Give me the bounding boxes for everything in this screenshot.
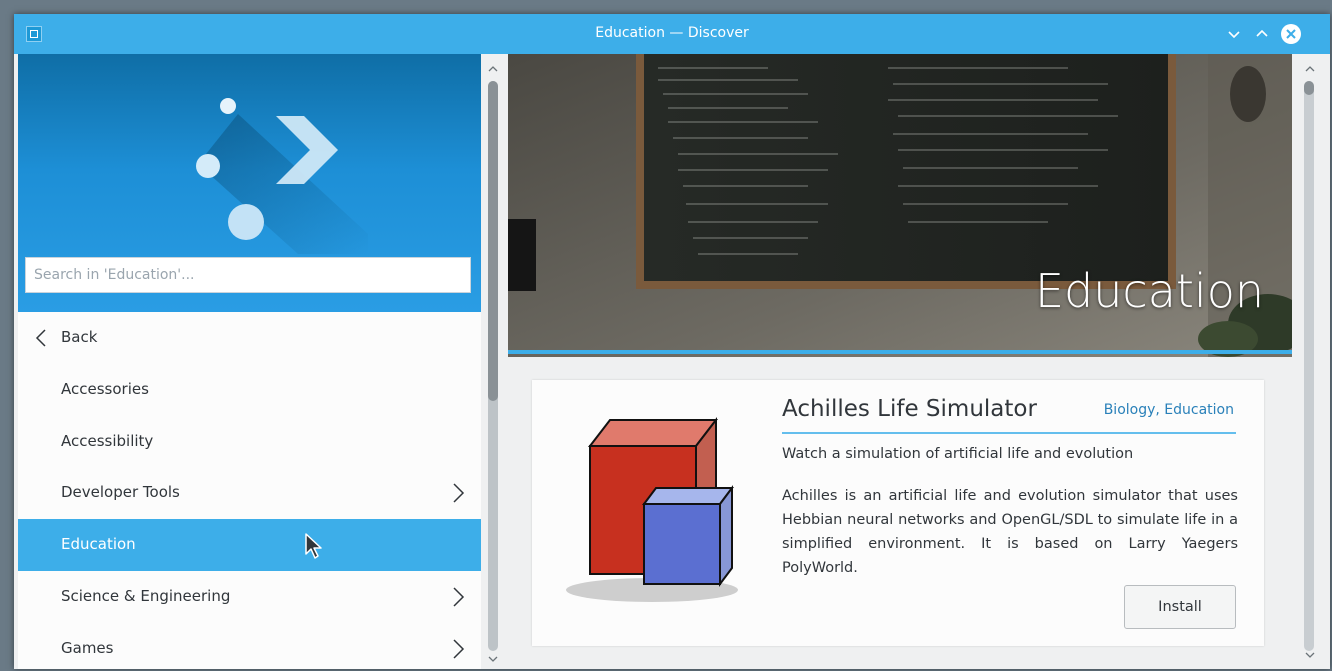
- scroll-up-icon[interactable]: [1304, 64, 1316, 74]
- main-content: Education Achilles Life Simulator Biolog…: [508, 54, 1292, 669]
- maximize-icon: [1256, 29, 1268, 37]
- scroll-thumb[interactable]: [1304, 81, 1314, 95]
- banner-title: Education: [1034, 264, 1264, 318]
- close-button[interactable]: [1279, 22, 1303, 46]
- achilles-cubes-icon: [566, 417, 738, 602]
- category-banner: Education: [508, 54, 1292, 357]
- scroll-track[interactable]: [1304, 81, 1314, 651]
- close-icon: [1281, 24, 1301, 44]
- banner-accent-line: [508, 350, 1292, 354]
- sidebar-item-science-engineering[interactable]: Science & Engineering: [18, 571, 481, 623]
- title-bar[interactable]: Education — Discover: [14, 14, 1330, 54]
- app-description: Achilles is an artificial life and evolu…: [782, 488, 1238, 576]
- back-button[interactable]: Back: [18, 312, 481, 364]
- sidebar-item-label: Accessories: [61, 380, 149, 398]
- app-name[interactable]: Achilles Life Simulator: [782, 396, 1037, 422]
- sidebar-item-label: Education: [61, 535, 136, 553]
- mouse-cursor-icon: [305, 533, 322, 559]
- window-title: Education — Discover: [595, 25, 749, 41]
- app-categories[interactable]: Biology, Education: [1104, 402, 1234, 418]
- sidebar-header: [18, 54, 481, 312]
- category-sidebar: Back Accessories Accessibility Developer…: [18, 54, 481, 669]
- minimize-icon: [1228, 31, 1240, 39]
- minimize-button[interactable]: [1222, 22, 1246, 46]
- sidebar-item-developer-tools[interactable]: Developer Tools: [18, 467, 481, 519]
- sidebar-item-accessories[interactable]: Accessories: [18, 364, 481, 416]
- chevron-right-icon: [453, 639, 465, 659]
- discover-window: Education — Discover Search in 'Educatio…: [14, 14, 1330, 669]
- main-scrollbar[interactable]: [1292, 54, 1326, 669]
- chevron-right-icon: [453, 483, 465, 503]
- sidebar-item-label: Games: [61, 639, 114, 657]
- app-summary: Watch a simulation of artificial life an…: [782, 446, 1134, 462]
- sidebar-scrollbar[interactable]: [481, 54, 505, 669]
- scroll-up-icon[interactable]: [487, 64, 499, 74]
- discover-logo-icon: [196, 98, 368, 254]
- back-chevron-icon: [35, 329, 46, 347]
- chevron-right-icon: [453, 587, 465, 607]
- scroll-thumb[interactable]: [488, 81, 498, 401]
- app-card[interactable]: Achilles Life Simulator Biology, Educati…: [532, 380, 1264, 646]
- card-divider: [782, 432, 1236, 434]
- back-label: Back: [61, 328, 98, 346]
- search-input[interactable]: [25, 257, 471, 293]
- maximize-button[interactable]: [1250, 22, 1274, 46]
- sidebar-item-accessibility[interactable]: Accessibility: [18, 416, 481, 468]
- scroll-down-icon[interactable]: [487, 654, 499, 664]
- scroll-down-icon[interactable]: [1304, 650, 1316, 660]
- sidebar-item-label: Developer Tools: [61, 483, 180, 501]
- sidebar-item-label: Science & Engineering: [61, 587, 231, 605]
- sidebar-item-games[interactable]: Games: [18, 623, 481, 669]
- sidebar-item-label: Accessibility: [61, 432, 154, 450]
- install-button[interactable]: Install: [1124, 585, 1236, 629]
- sidebar-item-education[interactable]: Education: [18, 519, 481, 571]
